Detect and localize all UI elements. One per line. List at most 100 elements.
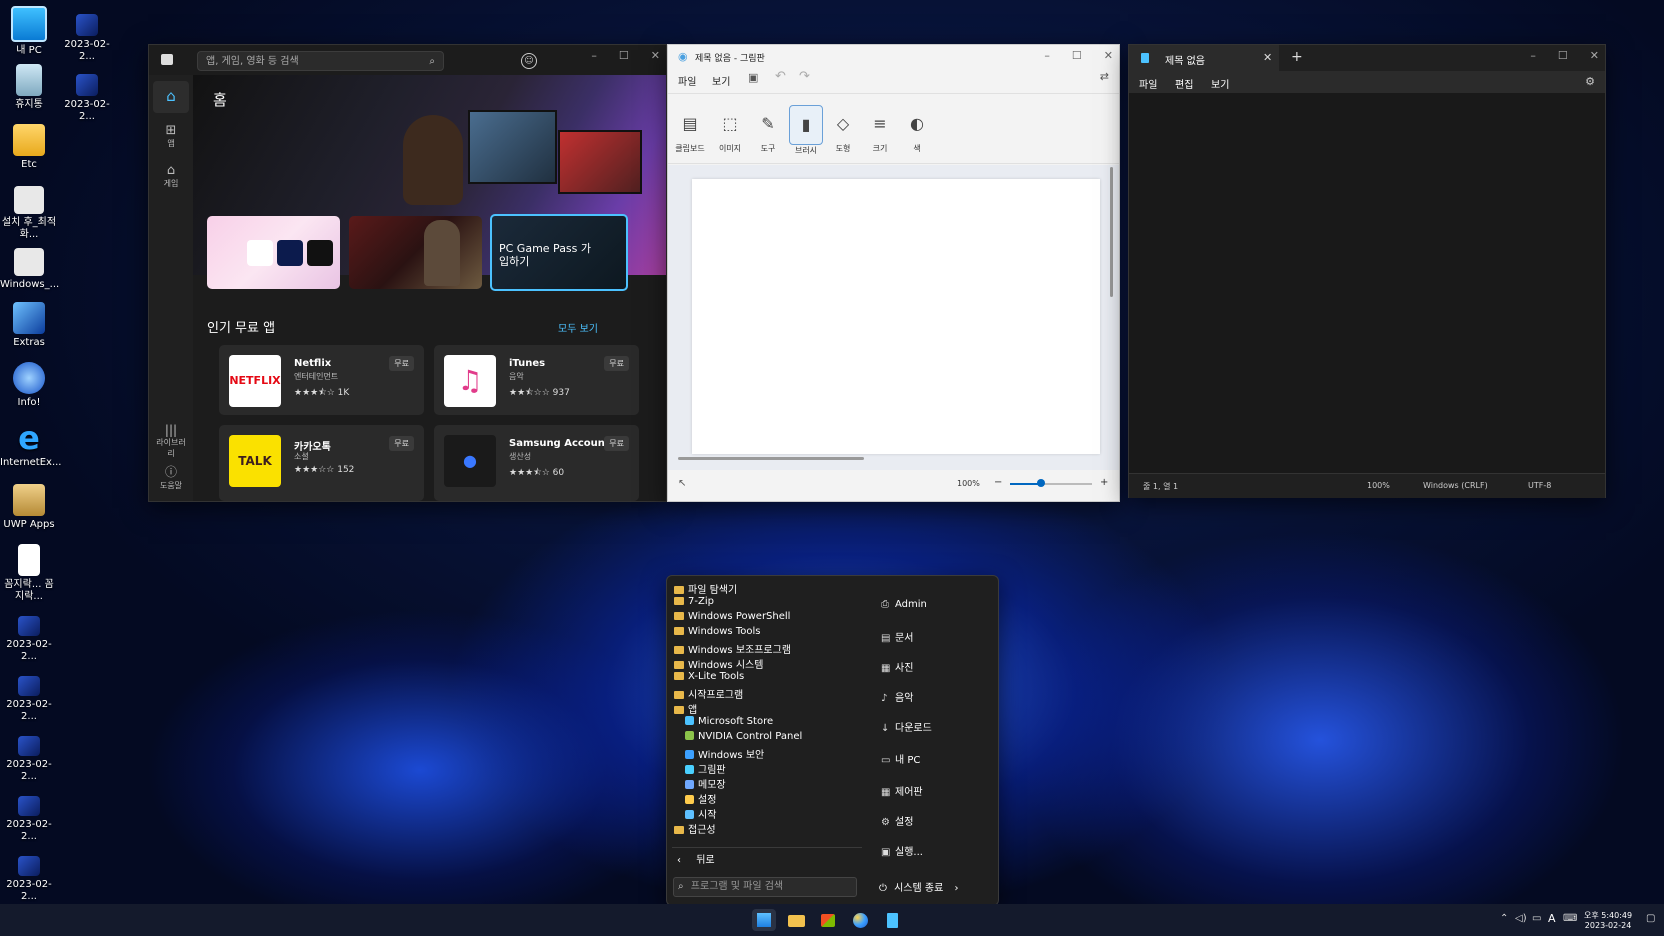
- ime-indicator[interactable]: A: [1548, 912, 1556, 925]
- zoom-slider-thumb[interactable]: [1037, 479, 1045, 487]
- clock[interactable]: 오후 5:40:49 2023-02-24: [1584, 911, 1632, 931]
- save-icon[interactable]: ▣: [748, 71, 758, 84]
- app-card-kakaotalk[interactable]: TALK 카카오톡 소셜 ★★★☆☆ 152 무료: [219, 425, 424, 501]
- desktop-icon-my-pc[interactable]: 내 PC: [0, 6, 58, 57]
- desktop-icon-setup[interactable]: 설치 후_최적화...: [0, 186, 58, 241]
- start-app-item[interactable]: 그림판: [685, 761, 726, 776]
- start-app-item[interactable]: 메모장: [685, 776, 726, 791]
- start-place-item[interactable]: ▦ 사진: [881, 659, 913, 674]
- desktop-icon-extras[interactable]: Extras: [0, 302, 58, 349]
- chevron-up-icon[interactable]: ⌃: [1500, 913, 1508, 924]
- menu-view[interactable]: 보기: [1211, 76, 1229, 91]
- new-tab-icon[interactable]: +: [1291, 49, 1303, 65]
- promo-card-streaming[interactable]: [207, 216, 340, 289]
- start-app-item[interactable]: NVIDIA Control Panel: [685, 731, 802, 742]
- shutdown-button[interactable]: ⏻ 시스템 종료 ›: [879, 879, 958, 894]
- zoom-out-icon[interactable]: −: [994, 477, 1002, 488]
- start-folder-item[interactable]: 접근성: [674, 821, 716, 836]
- desktop-icon-file[interactable]: 2023-02-2...: [0, 796, 58, 843]
- share-icon[interactable]: ⇄: [1100, 70, 1109, 83]
- notification-icon[interactable]: ▢: [1646, 913, 1655, 924]
- maximize-icon[interactable]: ☐: [1558, 49, 1568, 62]
- desktop-icon-text[interactable]: 꼼지락... 꼼지락...: [0, 544, 58, 603]
- maximize-icon[interactable]: ☐: [619, 49, 629, 62]
- start-place-item[interactable]: ⎙ Admin: [881, 599, 927, 610]
- tool-tools[interactable]: ✎ 도구: [751, 105, 785, 154]
- start-app-item[interactable]: Microsoft Store: [685, 716, 773, 727]
- menu-file[interactable]: 파일: [1139, 76, 1157, 91]
- app-card-itunes[interactable]: ♫ iTunes 음악 ★★⯪☆☆ 937 무료: [434, 345, 639, 415]
- search-icon[interactable]: ⌕: [429, 52, 435, 72]
- desktop-icon-file[interactable]: 2023-02-2...: [0, 856, 58, 903]
- desktop-icon-file[interactable]: 2023-02-2...: [58, 74, 116, 123]
- promo-card-gamepass[interactable]: PC Game Pass 가입하기: [490, 214, 628, 291]
- settings-gear-icon[interactable]: ⚙: [1585, 75, 1595, 88]
- start-place-item[interactable]: ↓ 다운로드: [881, 719, 932, 734]
- desktop-icon-info[interactable]: Info!: [0, 362, 58, 409]
- keyboard-icon[interactable]: ⌨: [1563, 913, 1577, 924]
- taskbar-file-explorer[interactable]: [784, 909, 808, 931]
- account-icon[interactable]: ☺: [521, 53, 537, 69]
- store-search-input[interactable]: 앱, 게임, 영화 등 검색 ⌕: [197, 51, 444, 71]
- nav-home[interactable]: ⌂: [153, 81, 189, 113]
- nav-library[interactable]: ||| 라이브러리: [153, 423, 189, 459]
- close-tab-icon[interactable]: ✕: [1263, 51, 1272, 64]
- close-icon[interactable]: ✕: [1104, 49, 1113, 62]
- desktop-icon-uwp[interactable]: UWP Apps: [0, 484, 58, 531]
- tool-brush[interactable]: ▮ 브러시: [789, 105, 823, 156]
- start-folder-item[interactable]: X-Lite Tools: [674, 671, 744, 682]
- start-place-item[interactable]: ⚙ 설정: [881, 813, 913, 828]
- tool-image[interactable]: ⬚ 이미지: [713, 105, 747, 154]
- desktop-icon-file[interactable]: 2023-02-2...: [0, 616, 58, 663]
- start-folder-item[interactable]: 앱: [674, 701, 697, 716]
- minimize-icon[interactable]: –: [1044, 49, 1050, 62]
- start-app-item[interactable]: 시작: [685, 806, 716, 821]
- undo-icon[interactable]: ↶: [775, 69, 786, 84]
- notepad-text-area[interactable]: [1129, 93, 1605, 473]
- menu-view[interactable]: 보기: [712, 73, 730, 88]
- see-all-link[interactable]: 모두 보기: [558, 320, 598, 335]
- tool-size[interactable]: ≡ 크기: [863, 105, 897, 154]
- taskbar-paint[interactable]: [848, 909, 872, 931]
- close-icon[interactable]: ✕: [1590, 49, 1599, 62]
- minimize-icon[interactable]: –: [591, 49, 597, 62]
- start-folder-item[interactable]: Windows PowerShell: [674, 611, 790, 622]
- taskbar-store[interactable]: [816, 909, 840, 931]
- tool-color[interactable]: ◐ 색: [900, 105, 934, 154]
- promo-card-game[interactable]: [349, 216, 482, 289]
- start-folder-item[interactable]: Windows 시스템: [674, 656, 763, 671]
- tool-shapes[interactable]: ◇ 도형: [826, 105, 860, 154]
- minimize-icon[interactable]: –: [1530, 49, 1536, 62]
- desktop-icon-recycle-bin[interactable]: 휴지통: [0, 64, 58, 111]
- start-folder-item[interactable]: 시작프로그램: [674, 686, 743, 701]
- tool-clipboard[interactable]: ▤ 클립보드: [673, 105, 707, 154]
- start-app-item[interactable]: Windows 보안: [685, 746, 764, 761]
- volume-icon[interactable]: ◁): [1515, 913, 1527, 924]
- desktop-icon-etc[interactable]: Etc: [0, 124, 58, 171]
- start-search-input[interactable]: ⌕ 프로그램 및 파일 검색: [673, 877, 857, 897]
- desktop-icon-file[interactable]: 2023-02-2...: [58, 14, 116, 63]
- start-app-item[interactable]: 설정: [685, 791, 716, 806]
- start-folder-item[interactable]: 파일 탐색기: [674, 581, 737, 596]
- notepad-tab[interactable]: 제목 없음 ✕: [1129, 45, 1279, 71]
- start-place-item[interactable]: ▤ 문서: [881, 629, 913, 644]
- start-button[interactable]: [752, 909, 776, 931]
- redo-icon[interactable]: ↷: [799, 69, 810, 84]
- nav-help[interactable]: ⓘ 도움말: [153, 463, 189, 491]
- drawing-canvas[interactable]: [692, 179, 1100, 454]
- menu-edit[interactable]: 편집: [1175, 76, 1193, 91]
- maximize-icon[interactable]: ☐: [1072, 49, 1082, 62]
- network-icon[interactable]: ▭: [1532, 913, 1541, 924]
- back-button[interactable]: ‹ 뒤로: [677, 851, 715, 866]
- desktop-icon-ie[interactable]: e InternetEx...: [0, 422, 61, 469]
- desktop-icon-file[interactable]: 2023-02-2...: [0, 676, 58, 723]
- nav-games[interactable]: ⌂ 게임: [153, 163, 189, 189]
- start-place-item[interactable]: ▣ 실행...: [881, 843, 923, 858]
- horizontal-scrollbar[interactable]: [678, 457, 864, 460]
- app-card-netflix[interactable]: NETFLIX Netflix 엔터테인먼트 ★★★⯪☆ 1K 무료: [219, 345, 424, 415]
- zoom-in-icon[interactable]: +: [1100, 477, 1108, 488]
- start-place-item[interactable]: ▦ 제어판: [881, 783, 923, 798]
- start-folder-item[interactable]: 7-Zip: [674, 596, 714, 607]
- vertical-scrollbar[interactable]: [1110, 167, 1113, 297]
- start-place-item[interactable]: ♪ 음악: [881, 689, 913, 704]
